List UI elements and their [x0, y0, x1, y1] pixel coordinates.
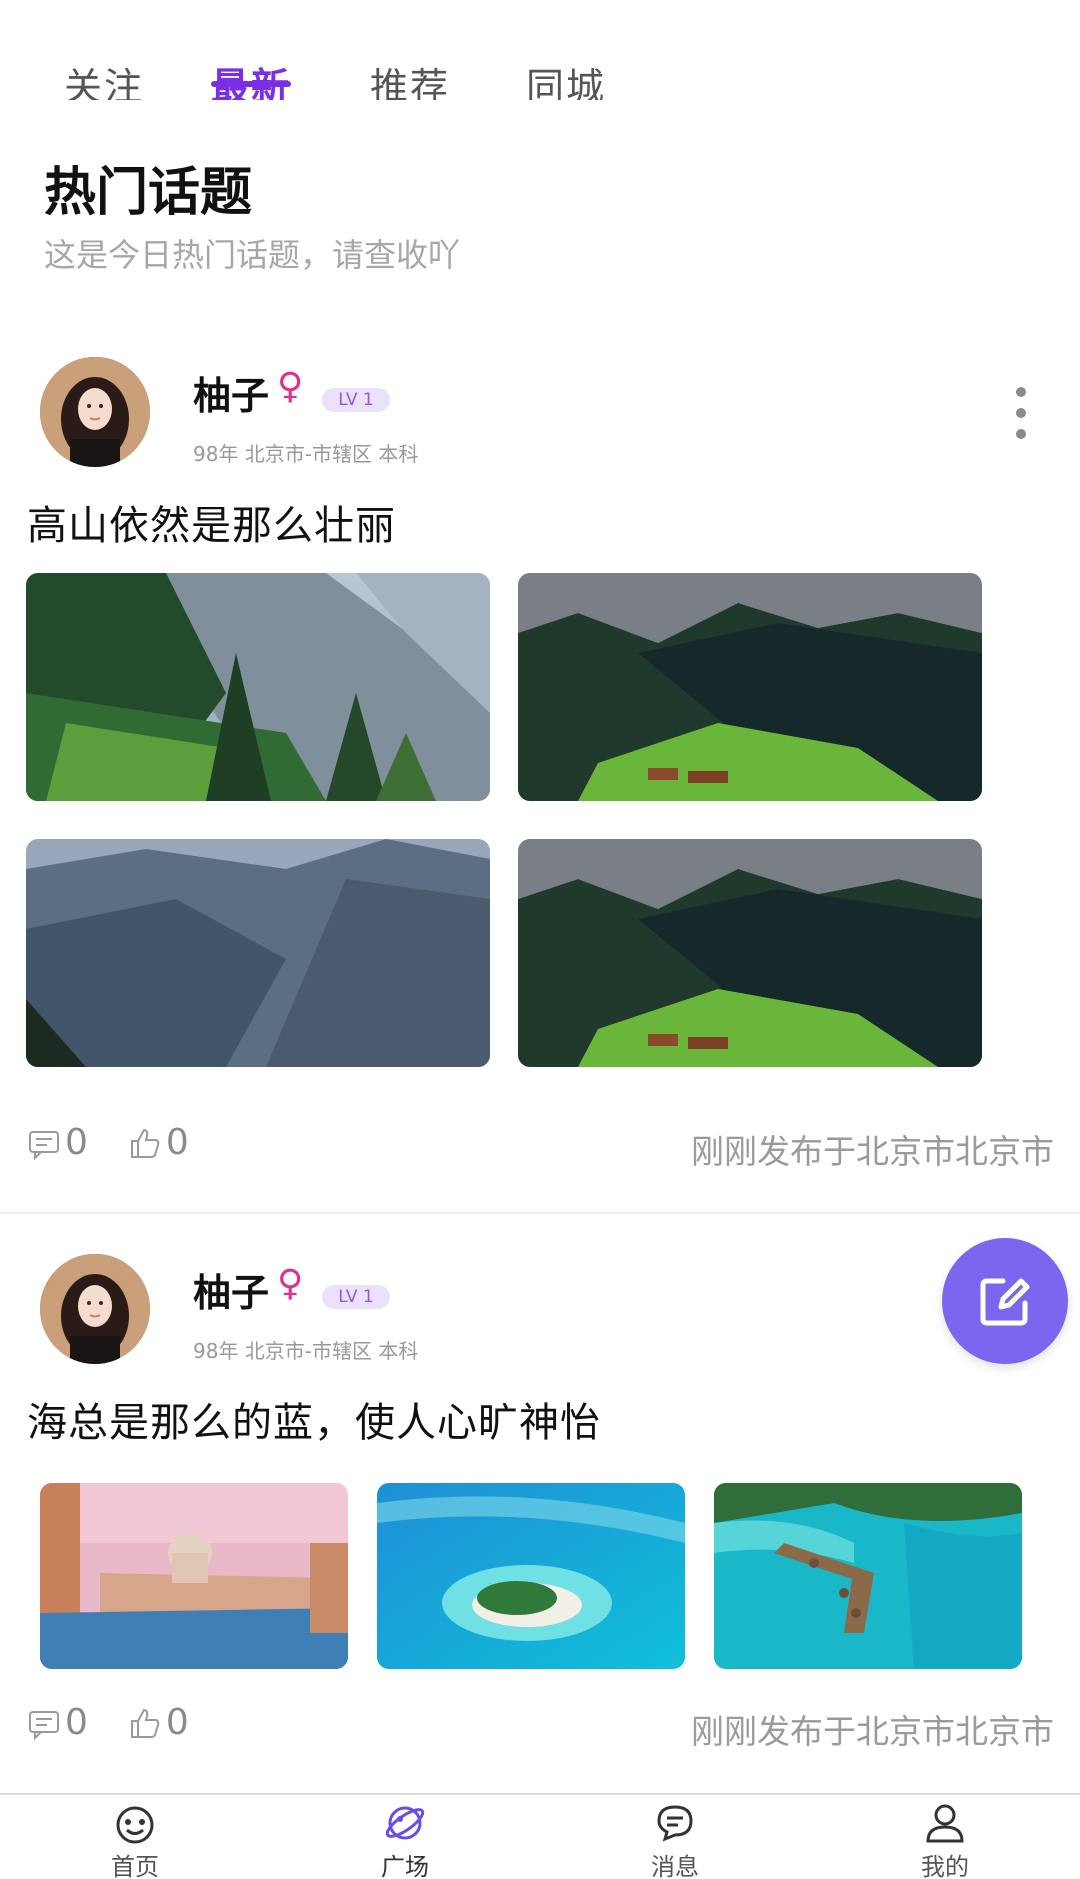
planet-icon: [385, 1806, 425, 1840]
hot-topics-title: 热门话题: [44, 163, 253, 223]
publish-info: 刚刚发布于北京市北京市: [691, 1712, 1054, 1751]
tab-recommended[interactable]: 推荐: [370, 56, 450, 100]
nav-square[interactable]: 广场: [345, 1801, 465, 1879]
user-name[interactable]: 柚子: [193, 365, 269, 420]
post-image[interactable]: [518, 839, 982, 1067]
publish-info: 刚刚发布于北京市北京市: [691, 1132, 1054, 1171]
nav-messages-label: 消息: [651, 1853, 699, 1879]
nav-home-label: 首页: [111, 1853, 159, 1879]
like-count: 0: [165, 1122, 189, 1163]
nav-profile[interactable]: 我的: [885, 1801, 1005, 1879]
comment-button[interactable]: 0: [27, 1702, 88, 1743]
post-text: 海总是那么的蓝，使人心旷神怡: [27, 1400, 601, 1446]
avatar[interactable]: [40, 357, 150, 467]
post-stats: 0 0: [27, 1122, 229, 1163]
post-image[interactable]: [714, 1483, 1022, 1669]
thumbs-up-icon: [130, 1128, 160, 1158]
comment-icon: [29, 1130, 59, 1160]
user-icon: [926, 1804, 964, 1843]
post-divider: [0, 1212, 1080, 1214]
nav-home[interactable]: 首页: [75, 1801, 195, 1879]
comment-count: 0: [65, 1122, 88, 1163]
comment-button[interactable]: 0: [27, 1122, 88, 1163]
post-image[interactable]: [40, 1483, 348, 1669]
tab-nearby[interactable]: 同城: [526, 56, 606, 100]
comment-count: 0: [65, 1702, 88, 1743]
female-icon: ♀: [277, 1263, 304, 1304]
avatar[interactable]: [40, 1254, 150, 1364]
tab-latest[interactable]: 最新: [211, 56, 292, 100]
post-image[interactable]: [518, 573, 982, 801]
more-options-icon[interactable]: [1016, 387, 1028, 450]
bottom-nav-bar: 首页 广场 消息 我的: [0, 1793, 1080, 1879]
top-tab-bar: 关注 最新 推荐 同城: [0, 0, 1080, 100]
like-count: 0: [165, 1702, 189, 1743]
smile-face-icon: [116, 1806, 154, 1844]
level-badge: LV 1: [322, 1285, 390, 1309]
post-stats: 0 0: [27, 1702, 229, 1743]
like-button[interactable]: 0: [128, 1702, 189, 1743]
like-button[interactable]: 0: [128, 1122, 189, 1163]
post-text: 高山依然是那么壮丽: [27, 503, 396, 549]
user-meta: 98年 北京市-市辖区 本科: [193, 442, 419, 466]
comment-icon: [29, 1710, 59, 1740]
edit-icon: [980, 1278, 1030, 1326]
nav-messages[interactable]: 消息: [615, 1801, 735, 1879]
female-icon: ♀: [277, 366, 304, 407]
nav-square-label: 广场: [381, 1853, 429, 1879]
tab-following[interactable]: 关注: [64, 56, 144, 100]
post-image[interactable]: [26, 839, 490, 1067]
nav-profile-label: 我的: [921, 1853, 969, 1879]
user-name[interactable]: 柚子: [193, 1262, 269, 1317]
level-badge: LV 1: [322, 388, 390, 412]
chat-bubble-icon: [657, 1805, 693, 1842]
post-image[interactable]: [377, 1483, 685, 1669]
user-meta: 98年 北京市-市辖区 本科: [193, 1339, 419, 1363]
compose-post-button[interactable]: [942, 1238, 1068, 1364]
hot-topics-subtitle: 这是今日热门话题，请查收吖: [44, 236, 461, 274]
post-image[interactable]: [26, 573, 490, 801]
thumbs-up-icon: [130, 1708, 160, 1738]
